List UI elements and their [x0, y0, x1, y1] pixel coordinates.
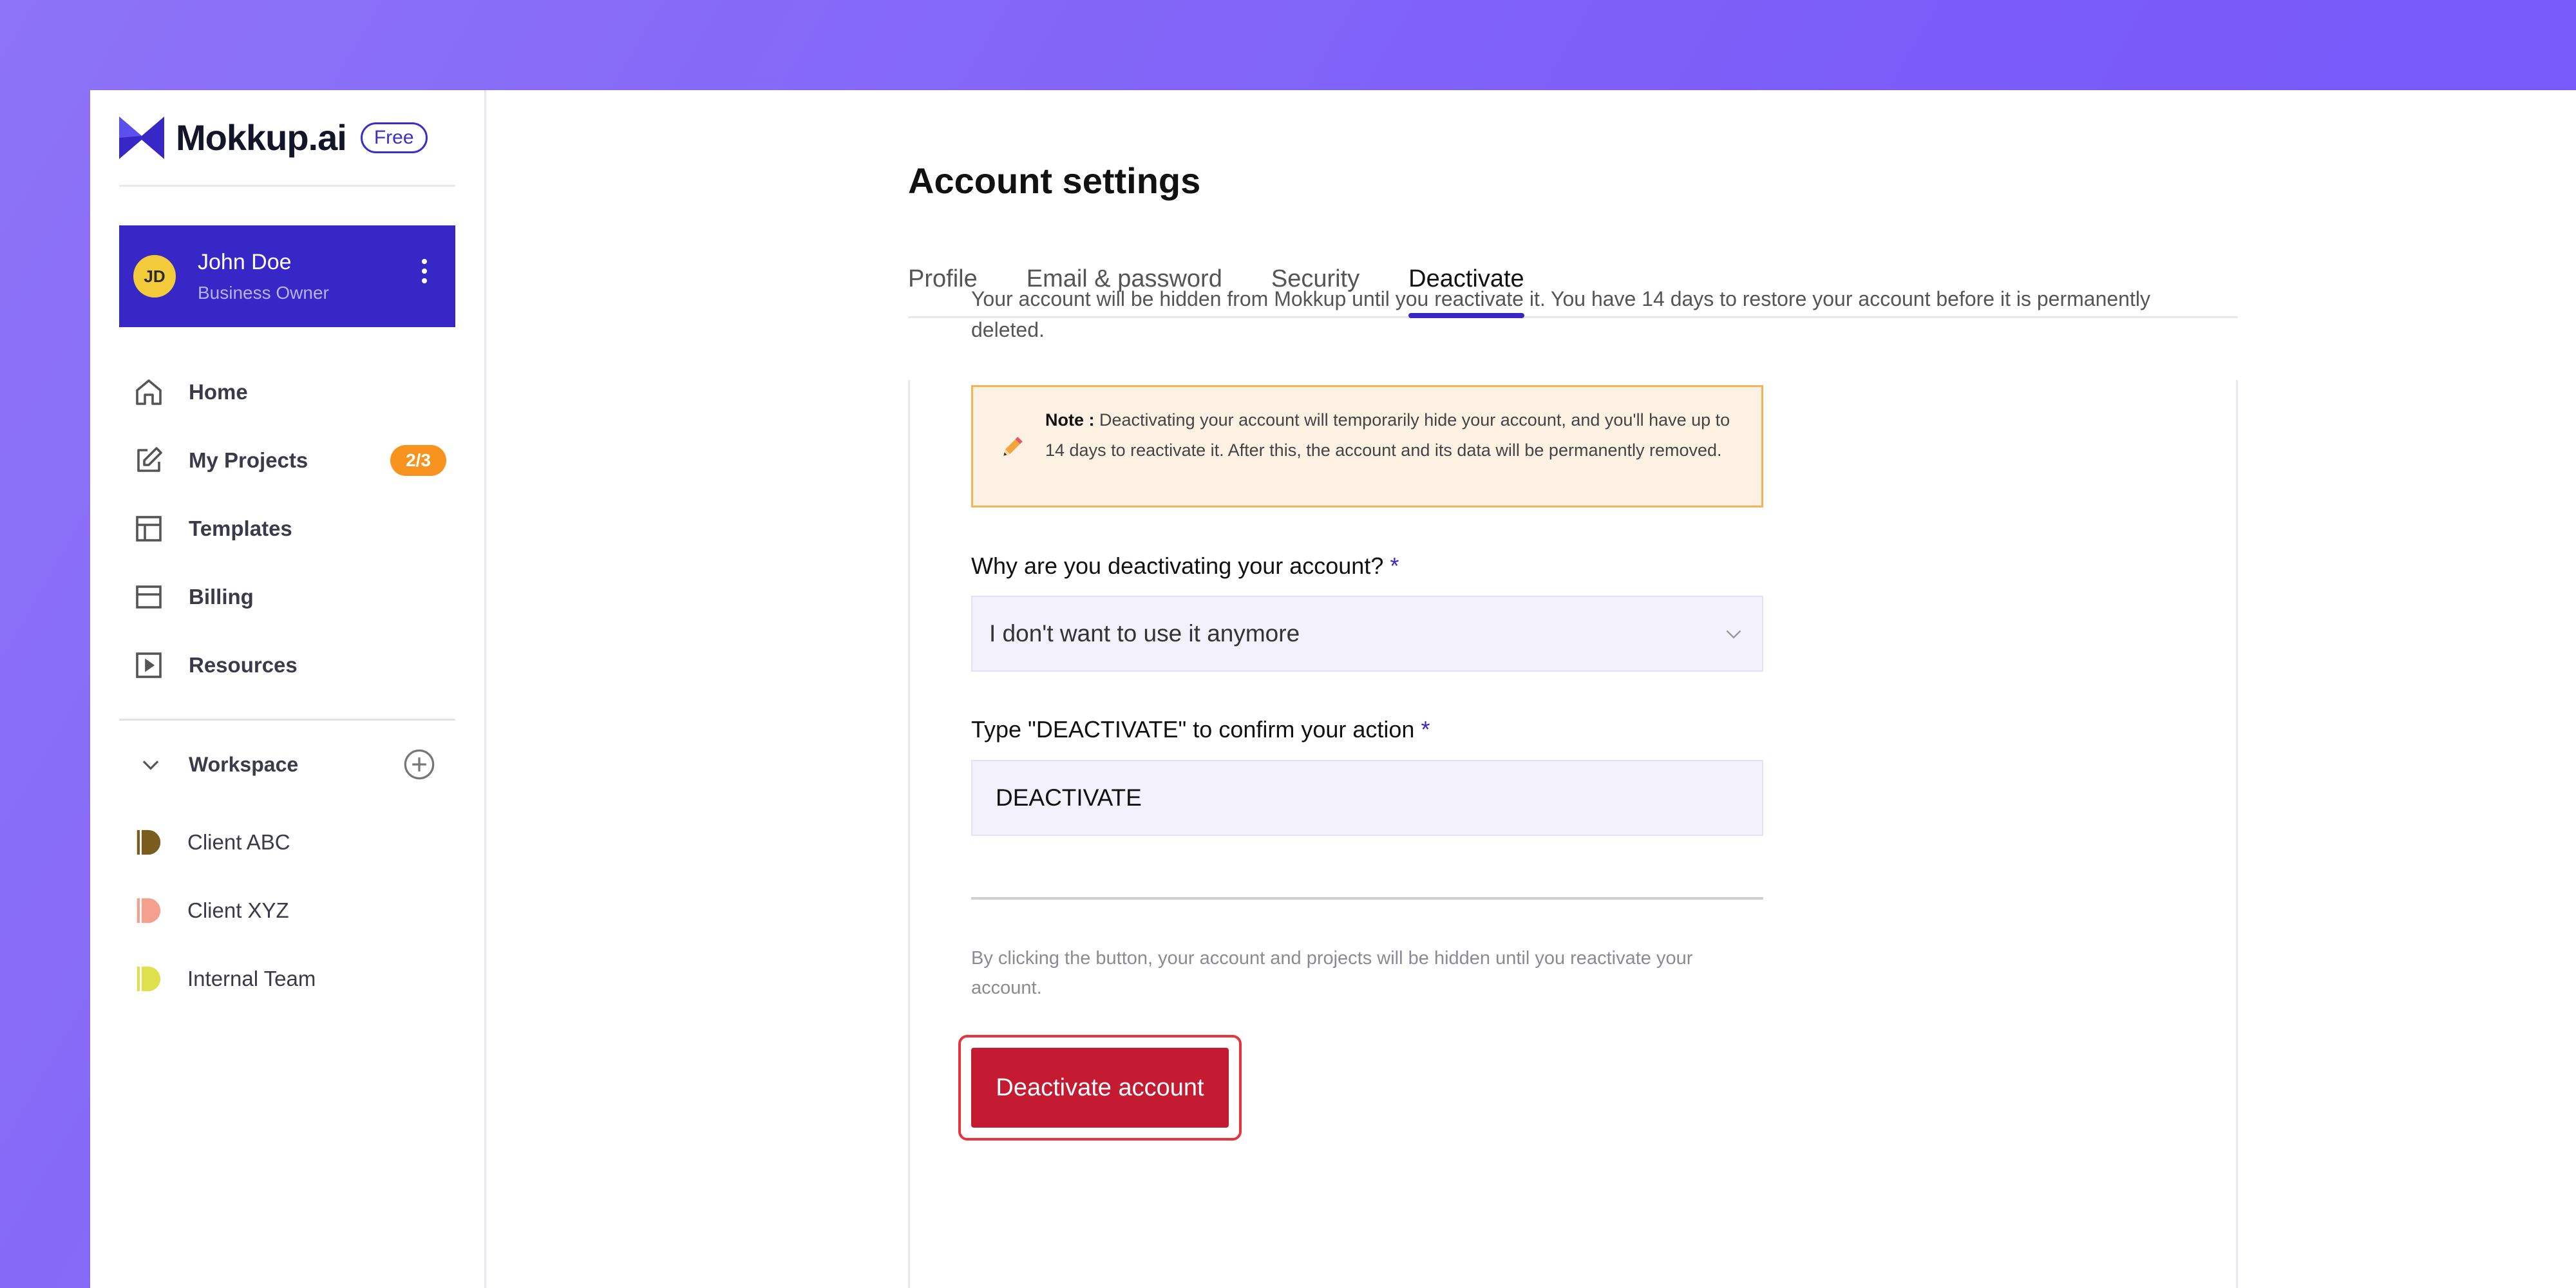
sidebar-item-billing[interactable]: Billing: [119, 563, 455, 631]
section-divider: [971, 897, 1763, 900]
reason-label: Why are you deactivating your account? *: [971, 553, 1399, 579]
sidebar-item-templates[interactable]: Templates: [119, 495, 455, 563]
note-box: Note : Deactivating your account will te…: [971, 385, 1763, 507]
workspace-item-label: Client XYZ: [187, 898, 289, 922]
user-role: Business Owner: [198, 282, 329, 303]
required-mark: *: [1421, 716, 1430, 743]
user-card[interactable]: JD John Doe Business Owner: [119, 225, 455, 327]
reason-select-value: I don't want to use it anymore: [989, 620, 1300, 647]
workspace-item-internal-team[interactable]: Internal Team: [119, 945, 455, 1013]
confirm-input[interactable]: DEACTIVATE: [971, 760, 1763, 836]
plan-badge: Free: [360, 122, 428, 153]
workspace-color-icon: [137, 966, 161, 992]
confirm-input-value: DEACTIVATE: [996, 784, 1142, 811]
page-title: Account settings: [908, 160, 1201, 201]
edit-icon: [137, 447, 162, 472]
sidebar-item-my-projects[interactable]: My Projects 2/3: [119, 426, 455, 495]
sidebar-item-label: Resources: [189, 653, 298, 677]
workspace-item-label: Client ABC: [187, 830, 290, 854]
workspace-color-icon: [137, 829, 161, 855]
tab-profile[interactable]: Profile: [908, 265, 978, 316]
workspace-title: Workspace: [189, 752, 299, 776]
deactivate-intro: Your account will be hidden from Mokkup …: [971, 287, 2150, 341]
sidebar-item-label: Home: [189, 380, 248, 404]
sidebar: Mokkup.ai Free JD John Doe Business Owne…: [90, 90, 486, 1288]
add-workspace-icon[interactable]: [402, 748, 436, 781]
chevron-down-icon: [1726, 630, 1741, 639]
user-name: John Doe: [198, 249, 292, 274]
main-content: Account settings Profile Email & passwor…: [486, 90, 2576, 1288]
note-text: Note : Deactivating your account will te…: [1045, 405, 1743, 466]
workspace-item-label: Internal Team: [187, 967, 316, 990]
projects-count-badge: 2/3: [390, 445, 446, 476]
home-icon: [136, 379, 162, 405]
sidebar-item-home[interactable]: Home: [119, 358, 455, 426]
confirm-label: Type "DEACTIVATE" to confirm your action…: [971, 716, 1430, 743]
sidebar-item-label: My Projects: [189, 448, 308, 472]
mokkup-logo-icon: [119, 116, 164, 159]
deactivate-account-button[interactable]: Deactivate account: [971, 1048, 1229, 1128]
brand-name: Mokkup.ai: [176, 117, 347, 158]
play-square-icon: [136, 652, 162, 678]
layout-icon: [136, 516, 162, 542]
workspace-color-icon: [137, 898, 161, 923]
pencil-icon: [1003, 437, 1023, 456]
avatar: JD: [133, 255, 176, 298]
deactivate-panel: Your account will be hidden from Mokkup …: [908, 287, 2238, 1288]
required-mark: *: [1390, 553, 1399, 579]
sidebar-item-label: Billing: [189, 585, 254, 609]
brand: Mokkup.ai Free: [119, 90, 455, 187]
sidebar-nav: Home My Projects 2/3 Templates Billing R…: [119, 358, 455, 699]
chevron-down-icon[interactable]: [138, 752, 163, 777]
card-icon: [136, 585, 162, 609]
workspace-item-client-abc[interactable]: Client ABC: [119, 808, 455, 876]
workspace-item-client-xyz[interactable]: Client XYZ: [119, 876, 455, 945]
note-label: Note :: [1045, 410, 1095, 430]
sidebar-item-resources[interactable]: Resources: [119, 631, 455, 699]
app-window: Mokkup.ai Free JD John Doe Business Owne…: [90, 90, 2576, 1288]
workspace-header[interactable]: Workspace: [119, 721, 455, 808]
deactivate-button-highlight: Deactivate account: [958, 1035, 1242, 1141]
note-body: Deactivating your account will temporari…: [1045, 410, 1730, 460]
deactivate-disclaimer: By clicking the button, your account and…: [971, 948, 1693, 998]
reason-select[interactable]: I don't want to use it anymore: [971, 596, 1763, 672]
more-options-icon[interactable]: [422, 259, 430, 288]
sidebar-item-label: Templates: [189, 516, 292, 540]
